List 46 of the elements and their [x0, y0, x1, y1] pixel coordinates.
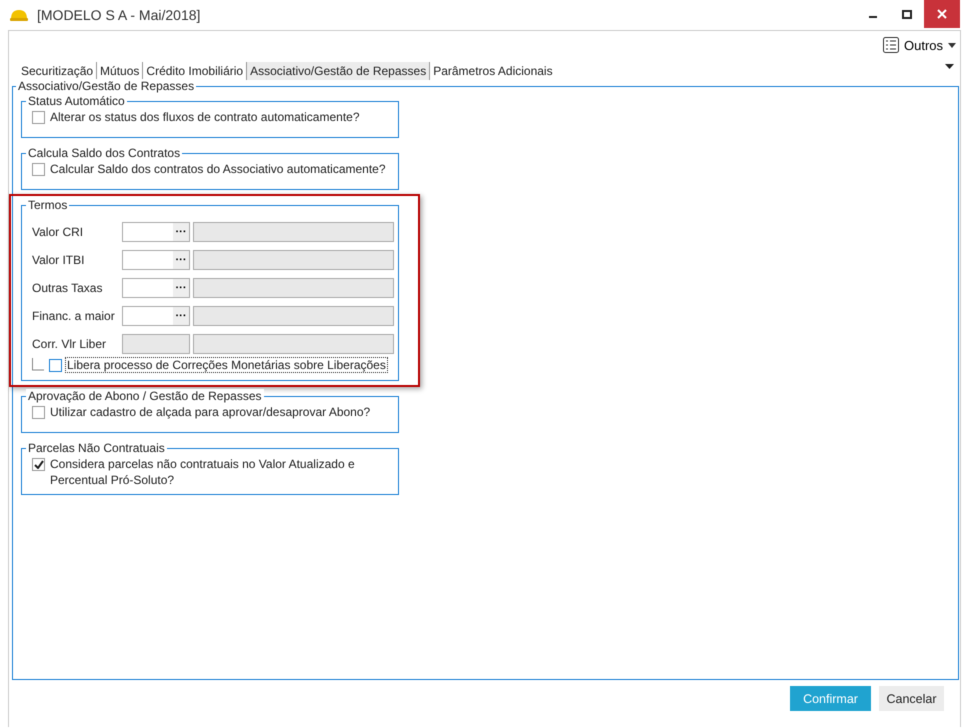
- tab[interactable]: Parâmetros Adicionais: [429, 62, 556, 80]
- ellipsis-button[interactable]: ···: [173, 306, 189, 324]
- checkbox-label: Utilizar cadastro de alçada para aprovar/desaprovar Abono?: [50, 404, 370, 420]
- group-title: Termos: [26, 198, 70, 212]
- input-field[interactable]: ···: [122, 222, 190, 242]
- group-title: Associativo/Gestão de Repasses: [16, 79, 196, 93]
- tab[interactable]: Associativo/Gestão de Repasses: [246, 62, 430, 80]
- checkmark-icon: [34, 460, 44, 469]
- field-label: Outras Taxas: [32, 280, 104, 294]
- maximize-icon: [902, 10, 912, 18]
- ellipsis-button[interactable]: ···: [173, 278, 189, 296]
- checkbox-label: Libera processo de Correções Monetárias sobre Liberações: [66, 358, 387, 372]
- field-label: Corr. Vlr Liber: [32, 336, 108, 350]
- group-title: Aprovação de Abono / Gestão de Repasses: [26, 389, 264, 403]
- ellipsis-button[interactable]: ···: [173, 250, 189, 268]
- input-field[interactable]: ···: [122, 306, 190, 326]
- group-title: Status Automático: [26, 94, 127, 108]
- input-field[interactable]: ···: [122, 278, 190, 298]
- outros-menu-button[interactable]: Outros: [882, 34, 956, 56]
- checkbox[interactable]: [49, 359, 62, 372]
- field-label: Financ. a maior: [32, 308, 116, 322]
- checkbox-label: Alterar os status dos fluxos de contrato automaticamente?: [50, 109, 360, 125]
- menu-label: Outros: [904, 38, 943, 52]
- checkbox[interactable]: [32, 406, 45, 419]
- input-field[interactable]: ···: [122, 250, 190, 270]
- checkbox[interactable]: [32, 111, 45, 124]
- checkbox-label: Calcular Saldo dos contratos do Associativo automaticamente?: [50, 161, 386, 177]
- dropdown-arrow-icon[interactable]: [945, 64, 954, 69]
- close-button[interactable]: [924, 0, 960, 28]
- tree-line: [32, 358, 45, 371]
- checkbox[interactable]: [32, 458, 45, 471]
- group-title: Parcelas Não Contratuais: [26, 441, 167, 455]
- window-title: [MODELO S A - Mai/2018]: [37, 7, 202, 23]
- cancel-button[interactable]: Cancelar: [879, 686, 944, 711]
- caret-icon: [948, 42, 956, 48]
- checkbox[interactable]: [32, 163, 45, 176]
- helmet-icon: [10, 8, 28, 22]
- checkbox-label: Considera parcelas não contratuais no Valor Atualizado e Percentual Pró-Soluto?: [50, 456, 356, 488]
- close-icon: [937, 9, 947, 19]
- group-title: Calcula Saldo dos Contratos: [26, 146, 182, 160]
- input-field: [122, 334, 190, 354]
- list-icon: [882, 37, 899, 53]
- tab[interactable]: Securitização: [18, 62, 96, 80]
- field-label: Valor CRI: [32, 224, 84, 238]
- ellipsis-button[interactable]: ···: [173, 222, 189, 240]
- field-label: Valor ITBI: [32, 252, 86, 266]
